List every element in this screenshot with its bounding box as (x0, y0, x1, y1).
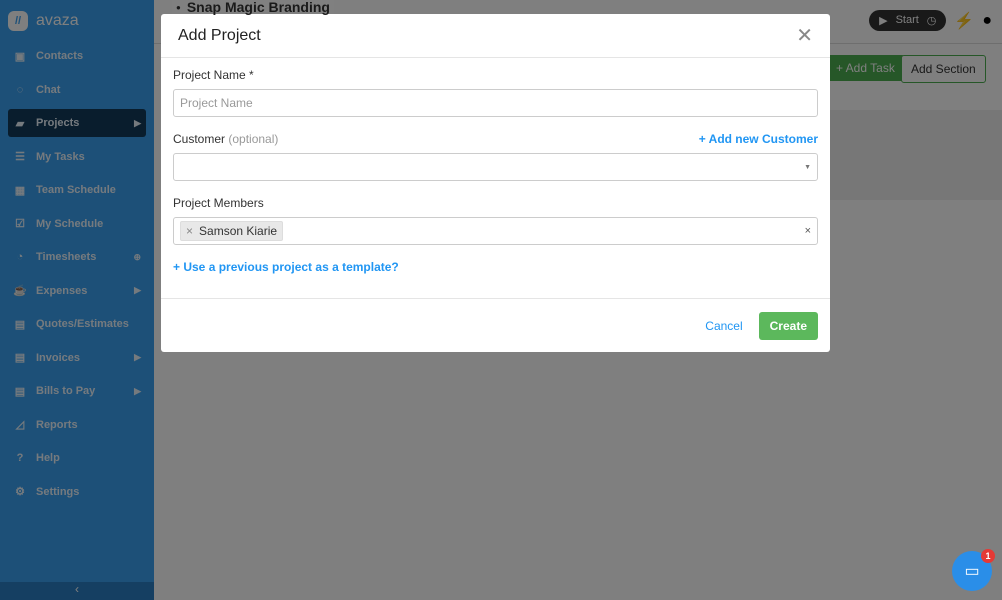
add-project-modal: Add Project ✕ Project Name * Customer (o… (161, 14, 830, 352)
chat-widget-button[interactable]: ▭ 1 (952, 549, 995, 591)
modal-title: Add Project (178, 26, 261, 44)
cancel-button[interactable]: Cancel (699, 313, 748, 339)
project-title: Snap Magic Branding (186, 0, 330, 15)
status-dot-icon: ● (176, 3, 181, 13)
project-members-select[interactable]: × Samson Kiarie × (173, 217, 818, 245)
optional-label: (optional) (228, 132, 279, 146)
close-icon[interactable]: ✕ (796, 23, 813, 48)
notification-badge: 1 (981, 549, 995, 563)
member-name: Samson Kiarie (199, 224, 278, 238)
chevron-down-icon: ▼ (804, 163, 811, 171)
members-label: Project Members (173, 196, 264, 210)
project-name-label: Project Name * (173, 68, 254, 82)
member-tag: × Samson Kiarie (180, 221, 284, 241)
remove-member-icon[interactable]: × (186, 224, 193, 238)
use-template-link[interactable]: + Use a previous project as a template? (173, 260, 818, 274)
project-name-input[interactable] (180, 96, 811, 110)
project-title-wrap: ● Snap Magic Branding (172, 0, 334, 14)
create-button[interactable]: Create (758, 311, 818, 340)
project-name-field (173, 89, 818, 117)
customer-select[interactable]: ▼ (173, 153, 818, 181)
add-new-customer-link[interactable]: + Add new Customer (699, 132, 818, 146)
chat-icon: ▭ (964, 563, 980, 580)
customer-label: Customer (173, 132, 226, 146)
clear-members-icon[interactable]: × (805, 225, 811, 237)
